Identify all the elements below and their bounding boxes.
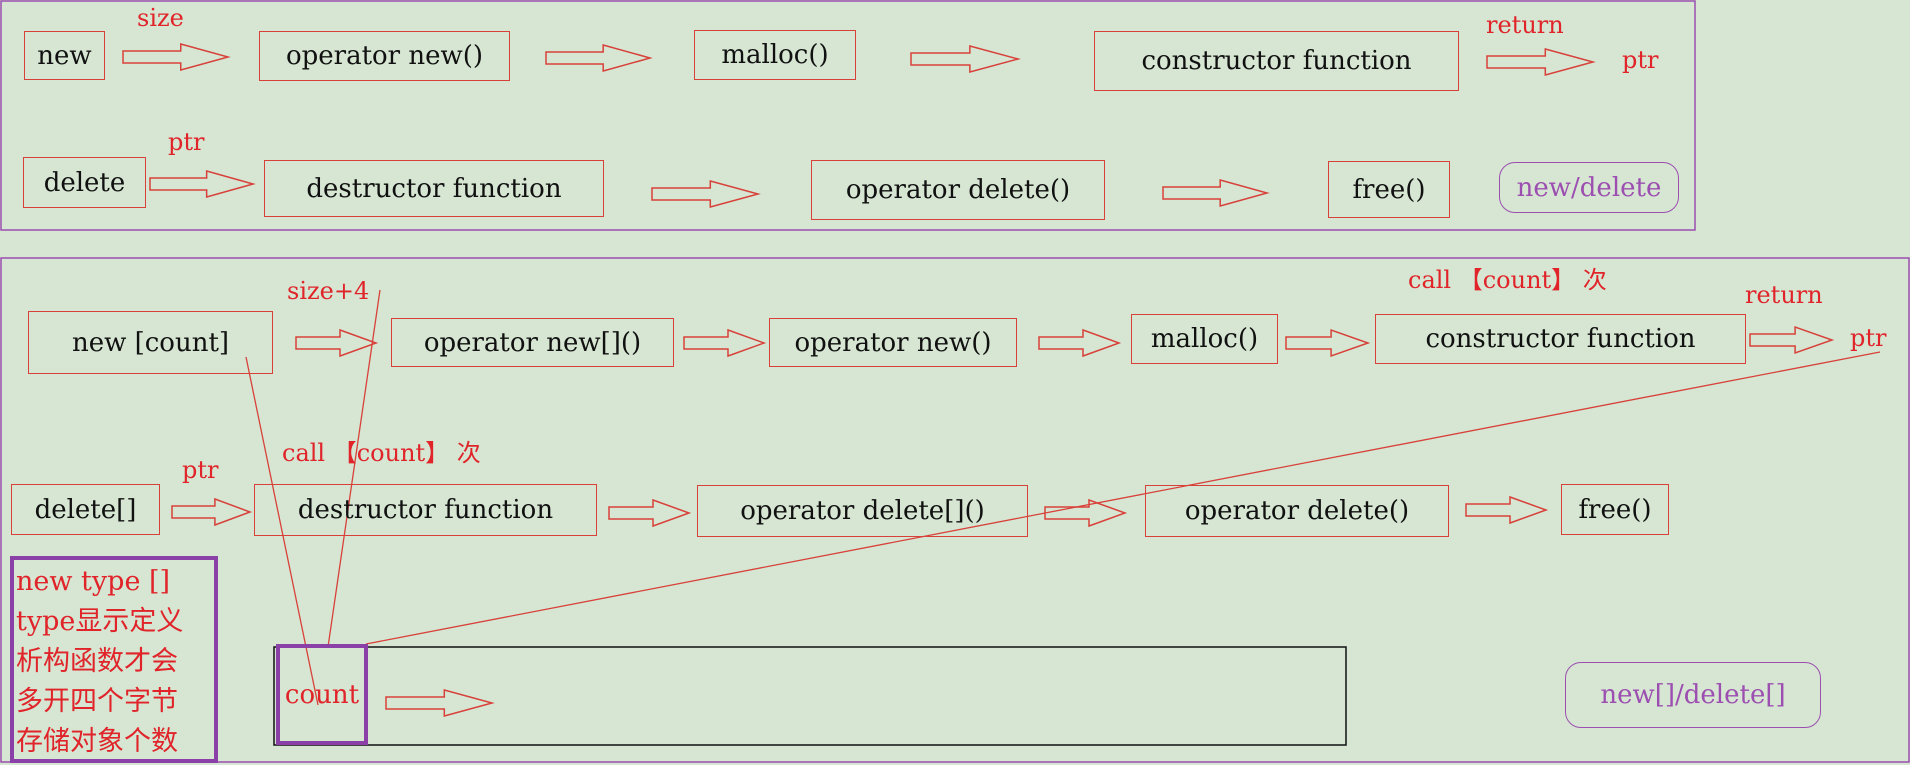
size-label: size bbox=[137, 4, 184, 32]
flow-arrow-icon bbox=[683, 328, 767, 358]
flow-arrow-icon bbox=[608, 498, 692, 528]
flow-arrow-icon bbox=[1162, 179, 1270, 207]
connector-size4-to-count bbox=[327, 289, 381, 648]
flow-arrow-icon bbox=[1038, 328, 1122, 358]
ptr-label-2: ptr bbox=[182, 456, 219, 484]
flow-arrow-icon bbox=[1486, 48, 1596, 76]
new-delete-tag: new/delete bbox=[1499, 162, 1679, 213]
call-count-label-2: call 【count】 次 bbox=[282, 439, 481, 467]
constructor-box: constructor function bbox=[1094, 31, 1459, 91]
malloc-box: malloc() bbox=[694, 30, 856, 80]
operator-delete-box-2: operator delete() bbox=[1145, 485, 1449, 537]
new-delete-array-tag: new[]/delete[] bbox=[1565, 662, 1821, 728]
note-line: 多开四个字节 bbox=[16, 686, 178, 717]
ptr-label: ptr bbox=[168, 128, 205, 156]
free-box-2: free() bbox=[1561, 484, 1669, 535]
return-label: return bbox=[1486, 11, 1564, 39]
delete-box: delete bbox=[23, 157, 146, 208]
destructor-box: destructor function bbox=[264, 160, 604, 217]
new-count-box: new [count] bbox=[28, 311, 273, 374]
note-line: new type [] bbox=[16, 566, 171, 597]
flow-arrow-icon bbox=[1044, 498, 1128, 528]
call-count-label-1: call 【count】 次 bbox=[1408, 266, 1607, 294]
return-label-2: return bbox=[1745, 281, 1823, 309]
operator-new-array-box: operator new[]() bbox=[391, 318, 674, 367]
ptr-result: ptr bbox=[1622, 46, 1659, 74]
explanation-note: new type [] type显示定义 析构函数才会 多开四个字节 存储对象个… bbox=[10, 556, 218, 763]
flow-arrow-icon bbox=[295, 328, 379, 358]
operator-delete-box: operator delete() bbox=[811, 160, 1105, 220]
note-line: 存储对象个数 bbox=[16, 726, 178, 757]
flow-arrow-icon bbox=[910, 45, 1021, 73]
flow-arrow-icon bbox=[1465, 495, 1549, 525]
flow-arrow-icon bbox=[385, 689, 495, 717]
memory-block bbox=[273, 646, 1347, 746]
flow-arrow-icon bbox=[651, 180, 761, 208]
free-box: free() bbox=[1328, 161, 1450, 218]
note-line: 析构函数才会 bbox=[16, 646, 178, 677]
malloc-box-2: malloc() bbox=[1131, 314, 1278, 364]
operator-new-box-2: operator new() bbox=[769, 318, 1017, 367]
operator-delete-array-box: operator delete[]() bbox=[697, 485, 1028, 537]
constructor-box-2: constructor function bbox=[1375, 314, 1746, 364]
note-line: type显示定义 bbox=[16, 606, 184, 637]
delete-array-box: delete[] bbox=[11, 484, 160, 535]
flow-arrow-icon bbox=[149, 170, 256, 198]
count-cell: count bbox=[276, 644, 368, 745]
flow-arrow-icon bbox=[171, 497, 253, 527]
size-plus-4-label: size+4 bbox=[287, 277, 370, 305]
flow-arrow-icon bbox=[122, 43, 231, 71]
flow-arrow-icon bbox=[1285, 328, 1371, 358]
new-box: new bbox=[24, 31, 105, 80]
operator-new-box: operator new() bbox=[259, 31, 510, 81]
flow-arrow-icon bbox=[545, 44, 653, 72]
flow-arrow-icon bbox=[1749, 325, 1835, 355]
destructor-box-2: destructor function bbox=[254, 484, 597, 536]
ptr-result-2: ptr bbox=[1850, 324, 1887, 352]
